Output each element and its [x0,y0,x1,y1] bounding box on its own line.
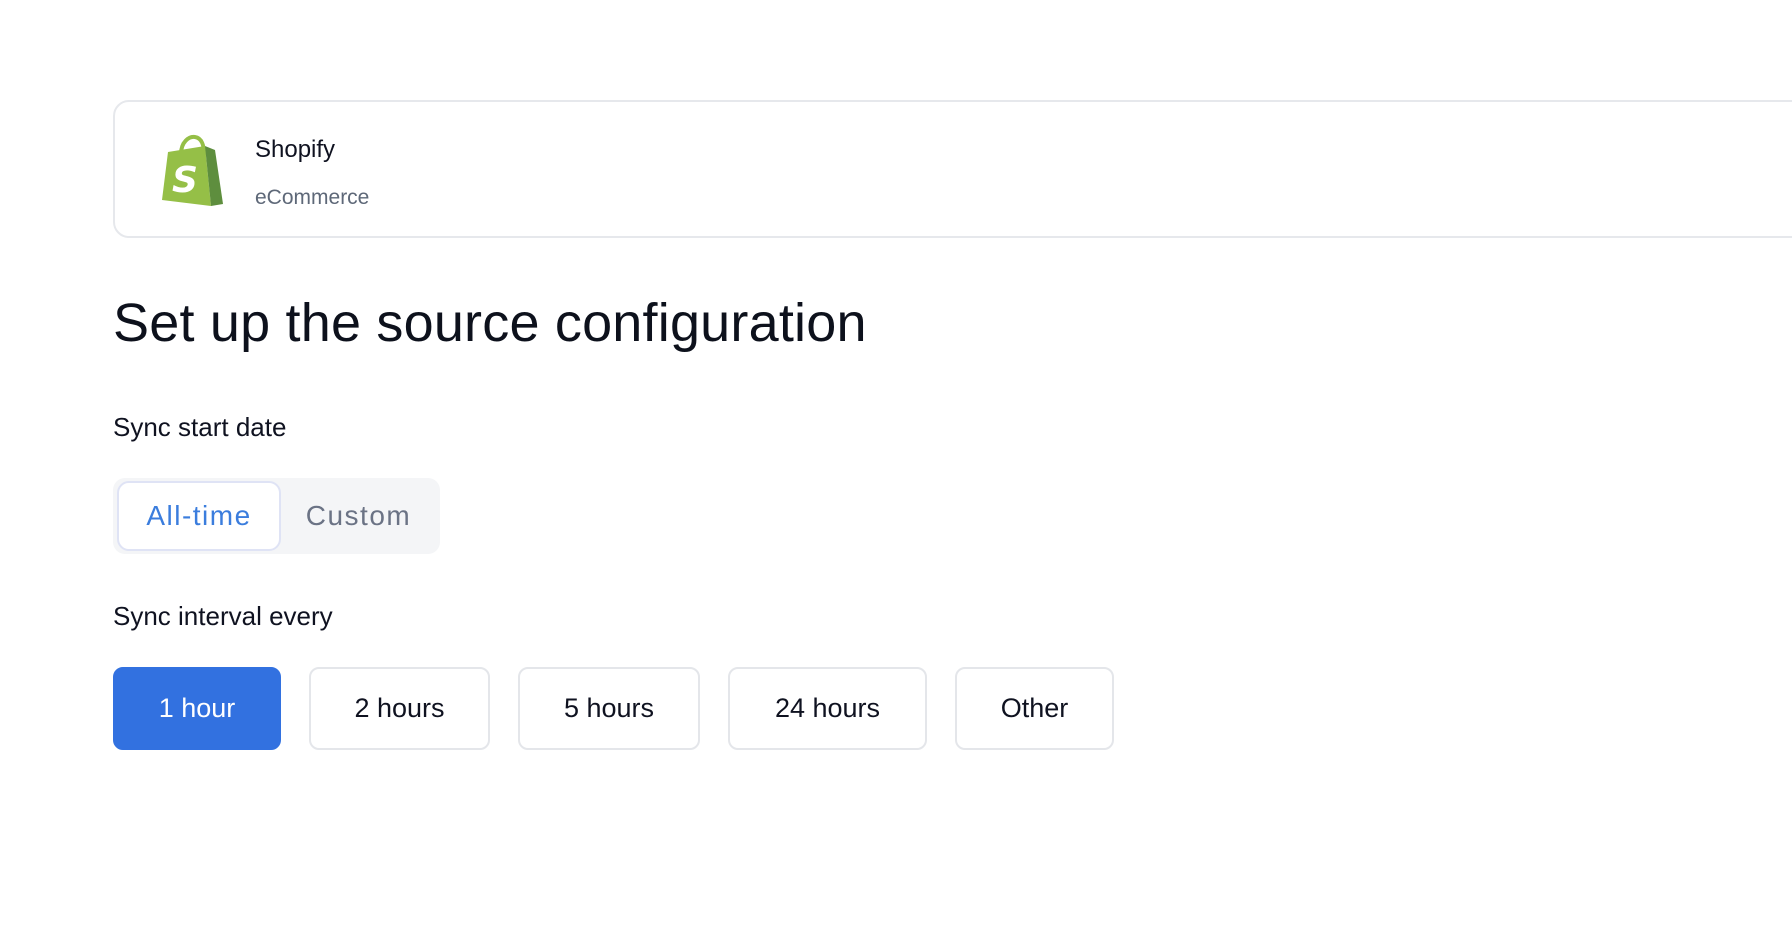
page-title: Set up the source configuration [113,293,867,353]
sync-interval-label: Sync interval every [113,601,333,631]
shopify-logo-icon: S [159,134,227,208]
interval-2-hours-button[interactable]: 2 hours [309,667,490,750]
interval-1-hour-button[interactable]: 1 hour [113,667,281,750]
svg-text:S: S [172,160,198,201]
all-time-option[interactable]: All-time [117,481,281,551]
sync-start-date-label: Sync start date [113,412,287,442]
interval-24-hours-button[interactable]: 24 hours [728,667,927,750]
source-category: eCommerce [255,186,370,209]
custom-option[interactable]: Custom [281,481,436,551]
source-name: Shopify [255,136,336,163]
source-card: S Shopify eCommerce [113,100,1792,238]
interval-other-button[interactable]: Other [955,667,1114,750]
sync-start-toggle: All-time Custom [113,478,440,554]
interval-5-hours-button[interactable]: 5 hours [518,667,700,750]
